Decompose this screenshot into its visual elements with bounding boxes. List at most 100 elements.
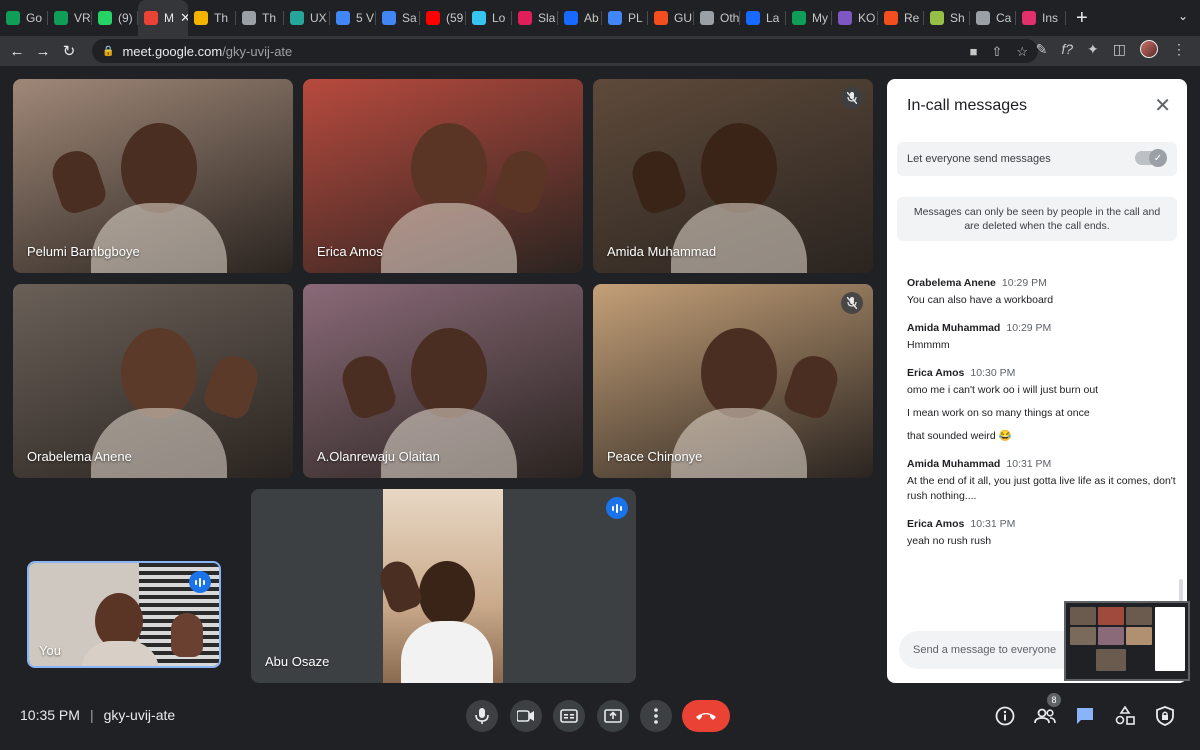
message-input[interactable] [899,631,1089,669]
tab-favicon-icon [746,11,760,25]
browser-tab[interactable]: Lo [466,0,512,36]
tab-search-icon[interactable]: ⌄ [1178,9,1188,23]
forward-arrow-icon[interactable]: → [30,43,56,60]
tab-label: Ins [1042,11,1059,25]
tab-favicon-icon [1022,11,1036,25]
message-sender: Erica Amos [907,367,965,379]
browser-tab[interactable]: (9) [92,0,138,36]
participant-tile[interactable]: Orabelema Anene [13,284,293,478]
mic-button[interactable] [466,700,498,732]
browser-tab[interactable]: La [740,0,786,36]
end-call-icon [696,713,716,720]
participant-tile[interactable]: Peace Chinonye [593,284,873,478]
message-header: Orabelema Anene 10:29 PM [907,277,1177,289]
meeting-details-button[interactable] [992,703,1018,729]
screen-preview-thumbnail[interactable] [1064,601,1190,681]
browser-tab[interactable]: Sh [924,0,970,36]
participant-tile[interactable]: Erica Amos [303,79,583,273]
browser-tab[interactable]: UX [284,0,330,36]
extension-pen-icon[interactable]: ✎ [1036,41,1048,58]
browser-tab[interactable]: M ✕ [138,0,188,36]
message-header: Amida Muhammad 10:29 PM [907,322,1177,334]
browser-tab[interactable]: Go [0,0,48,36]
participant-name: Orabelema Anene [27,449,132,464]
message-text-field[interactable] [913,644,1083,656]
mic-off-icon [841,292,863,314]
message-text: I mean work on so many things at once [907,407,1090,419]
message-text: yeah no rush rush [907,535,992,547]
new-tab-button[interactable]: + [1066,7,1098,30]
browser-tab[interactable]: Re [878,0,924,36]
activities-button[interactable] [1112,703,1138,729]
tab-favicon-icon [242,11,256,25]
tab-favicon-icon [426,11,440,25]
browser-tab[interactable]: KO [832,0,878,36]
tab-label: VR [74,11,91,25]
browser-tab[interactable]: VR [48,0,92,36]
self-view-tile[interactable]: You [27,561,221,668]
extension-formula-icon[interactable]: f? [1061,41,1073,57]
browser-menu-icon[interactable]: ⋮ [1172,41,1186,58]
message-time: 10:31 PM [970,518,1016,530]
browser-tab[interactable]: (59 [420,0,466,36]
bookmark-star-icon[interactable]: ☆ [1016,44,1028,60]
tab-favicon-icon [838,11,852,25]
present-button[interactable] [597,700,629,732]
extension-icons: ✎ f? ✦ ◫ ⋮ [1036,40,1186,58]
message-sender: Amida Muhammad [907,458,1001,470]
url-host: meet.google.com [122,43,223,59]
tab-close-icon[interactable]: ✕ [180,10,188,26]
tab-label: GU [674,11,692,25]
camera-permission-icon[interactable]: ■ [970,44,978,60]
chat-message: Orabelema Anene 10:29 PM You can also have… [907,277,1177,308]
browser-tab[interactable]: Sla [512,0,558,36]
participant-tile[interactable]: Amida Muhammad [593,79,873,273]
browser-tab[interactable]: Sa [376,0,420,36]
captions-button[interactable] [553,700,585,732]
chat-button[interactable] [1072,703,1098,729]
browser-tab[interactable]: GU [648,0,694,36]
browser-tab[interactable]: Th [236,0,284,36]
browser-tab[interactable]: 5 V [330,0,376,36]
reload-icon[interactable]: ↻ [56,42,82,60]
chat-message: Amida Muhammad 10:31 PM At the end of it a… [907,458,1177,504]
browser-tab[interactable]: Ca [970,0,1016,36]
tab-label: UX [310,11,327,25]
participant-tile-spotlight[interactable]: Abu Osaze [251,489,636,683]
participant-tile[interactable]: A.Olanrewaju Olaitan [303,284,583,478]
address-bar[interactable]: 🔒 meet.google.com/gky-uvij-ate ■ ⇧ ☆ [92,39,1038,63]
speaking-indicator-icon [189,571,211,593]
end-call-button[interactable] [682,700,730,732]
participant-tile[interactable]: Pelumi Bambgboye [13,79,293,273]
tab-favicon-icon [144,11,158,25]
chat-message: Amida Muhammad 10:29 PM Hmmmm [907,322,1177,353]
puzzle-icon[interactable]: ✦ [1087,41,1099,58]
tab-favicon-icon [194,11,208,25]
browser-tab[interactable]: My [786,0,832,36]
browser-tab[interactable]: PL [602,0,648,36]
browser-tab[interactable]: Th [188,0,236,36]
back-arrow-icon[interactable]: ← [4,43,30,60]
message-time: 10:30 PM [970,367,1016,379]
message-text: Hmmmm [907,339,950,351]
panel-title: In-call messages [907,97,1028,114]
activities-icon [1115,706,1135,725]
share-icon[interactable]: ⇧ [991,44,1002,60]
camera-button[interactable] [510,700,542,732]
browser-tab[interactable]: Ab [558,0,602,36]
browser-tab[interactable]: Ins [1016,0,1066,36]
side-panel-icon[interactable]: ◫ [1113,41,1126,58]
allow-messages-toggle[interactable]: ✓ [1135,149,1167,167]
browser-tab[interactable]: Oth [694,0,740,36]
host-controls-button[interactable] [1152,703,1178,729]
tab-favicon-icon [518,11,532,25]
browser-tab-strip: Go VR (9) M ✕ Th Th UX 5 V Sa (59 Lo Sla Ab PL GU Oth La M… [0,0,1200,36]
tab-label: Th [214,11,229,25]
profile-avatar[interactable] [1140,40,1158,58]
people-icon [1034,708,1056,724]
close-icon[interactable]: ✕ [1154,93,1171,118]
camera-icon [517,710,534,722]
more-options-button[interactable] [640,700,672,732]
divider: | [89,707,94,723]
message-text: At the end of it all, you just gotta liv… [907,475,1176,502]
